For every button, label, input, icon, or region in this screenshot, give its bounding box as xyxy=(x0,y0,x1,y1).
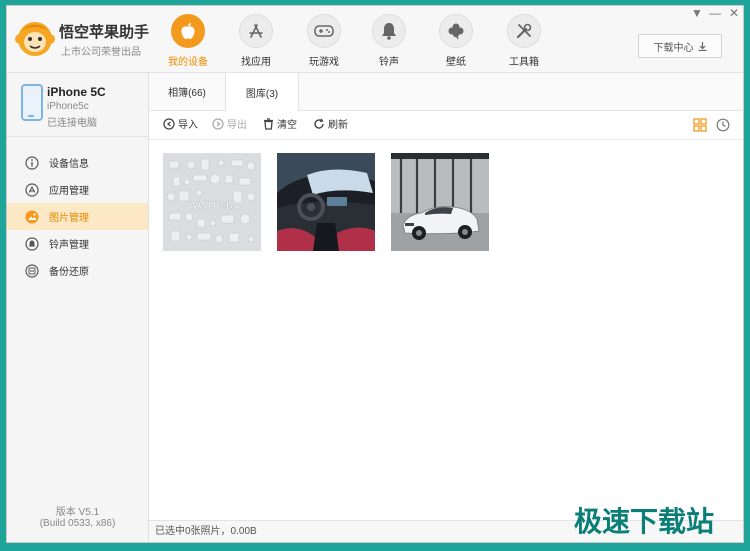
clock-view-icon[interactable] xyxy=(716,118,730,132)
nav-label: 壁纸 xyxy=(446,57,466,68)
header: 悟空苹果助手 上市公司荣誉出品 我的设备 找应用 玩游戏 铃声 壁纸 工具箱 ▼… xyxy=(7,6,743,73)
info-icon xyxy=(25,155,39,170)
nav-my-device[interactable]: 我的设备 xyxy=(155,6,221,72)
download-icon xyxy=(698,41,706,51)
tab-bar: 相簿(66) 图库(3) xyxy=(149,73,743,111)
nav-label: 我的设备 xyxy=(168,57,208,68)
sidebar-item-device-info[interactable]: 设备信息 xyxy=(7,149,148,176)
menu-dropdown-button[interactable]: ▼ xyxy=(689,6,705,20)
backup-icon xyxy=(25,263,39,278)
sidebar-item-backup-restore[interactable]: 备份还原 xyxy=(7,257,148,284)
apple-icon xyxy=(171,14,205,48)
nav-label: 找应用 xyxy=(241,57,271,68)
sidebar-item-label: 图片管理 xyxy=(49,213,89,224)
nav-label: 玩游戏 xyxy=(309,57,339,68)
grid-view-icon[interactable] xyxy=(693,118,707,132)
app-store-icon xyxy=(239,14,273,48)
tools-icon xyxy=(507,14,541,48)
nav-find-apps[interactable]: 找应用 xyxy=(223,6,289,72)
build-label: (Build 0533, x86) xyxy=(39,518,116,529)
nav-ringtones[interactable]: 铃声 xyxy=(356,6,422,72)
iphone-icon xyxy=(21,84,43,121)
sidebar-item-picture-management[interactable]: 图片管理 xyxy=(7,203,148,230)
nav-label: 铃声 xyxy=(379,57,399,68)
device-name: iPhone 5C xyxy=(47,85,106,99)
export-icon xyxy=(212,117,224,130)
sidebar-item-label: 铃声管理 xyxy=(49,240,89,251)
photo-grid: WWDC18 xyxy=(149,140,743,520)
export-button[interactable]: 导出 xyxy=(212,116,247,131)
toolbar: 导入 导出 清空 刷新 xyxy=(149,111,743,140)
tab-albums[interactable]: 相簿(66) xyxy=(149,73,225,110)
photo-thumbnail[interactable] xyxy=(391,153,489,251)
minimize-button[interactable]: — xyxy=(707,6,723,20)
version-label: 版本 V5.1 xyxy=(55,507,100,518)
picture-icon xyxy=(25,210,39,224)
nav-label: 工具箱 xyxy=(509,57,539,68)
download-center-label: 下载中心 xyxy=(653,42,694,54)
export-label: 导出 xyxy=(227,120,247,131)
sidebar-item-label: 设备信息 xyxy=(49,159,89,170)
device-panel[interactable]: iPhone 5C iPhone5c 已连接电脑 xyxy=(7,73,148,137)
tab-gallery[interactable]: 图库(3) xyxy=(225,73,299,111)
clover-icon xyxy=(439,14,473,48)
refresh-icon xyxy=(314,118,324,129)
close-button[interactable]: ✕ xyxy=(726,6,742,20)
gamepad-icon xyxy=(307,14,341,48)
clear-label: 清空 xyxy=(277,120,297,131)
sidebar-item-label: 备份还原 xyxy=(49,267,89,278)
sidebar-item-app-management[interactable]: 应用管理 xyxy=(7,176,148,203)
import-button[interactable]: 导入 xyxy=(163,116,198,131)
refresh-button[interactable]: 刷新 xyxy=(313,116,348,131)
apps-icon xyxy=(25,182,39,197)
photo-thumbnail[interactable] xyxy=(277,153,375,251)
nav-games[interactable]: 玩游戏 xyxy=(291,6,357,72)
device-model: iPhone5c xyxy=(47,101,89,112)
sidebar-item-ringtone-management[interactable]: 铃声管理 xyxy=(7,230,148,257)
sidebar-menu: 设备信息 应用管理 图片管理 铃声管理 备份还原 xyxy=(7,149,148,284)
photo-thumbnail[interactable]: WWDC18 xyxy=(163,153,261,251)
bell-icon xyxy=(372,14,406,48)
nav-toolbox[interactable]: 工具箱 xyxy=(491,6,557,72)
app-title: 悟空苹果助手 xyxy=(59,24,150,41)
bell-icon xyxy=(25,236,39,251)
trash-icon xyxy=(264,117,273,130)
nav-wallpapers[interactable]: 壁纸 xyxy=(423,6,489,72)
sidebar: iPhone 5C iPhone5c 已连接电脑 设备信息 应用管理 图片管理 … xyxy=(7,73,149,542)
download-center-button[interactable]: 下载中心 xyxy=(638,34,722,58)
device-status: 已连接电脑 xyxy=(47,118,97,129)
refresh-label: 刷新 xyxy=(328,120,348,131)
monkey-logo-icon xyxy=(15,22,55,56)
import-label: 导入 xyxy=(178,120,198,131)
wwdc-caption: WWDC18 xyxy=(188,200,237,212)
clear-button[interactable]: 清空 xyxy=(263,116,297,131)
import-icon xyxy=(163,117,175,130)
watermark-text: 极速下载站 xyxy=(574,506,715,537)
app-window: 悟空苹果助手 上市公司荣誉出品 我的设备 找应用 玩游戏 铃声 壁纸 工具箱 ▼… xyxy=(6,5,744,543)
app-subtitle: 上市公司荣誉出品 xyxy=(61,47,141,58)
sidebar-item-label: 应用管理 xyxy=(49,186,89,197)
